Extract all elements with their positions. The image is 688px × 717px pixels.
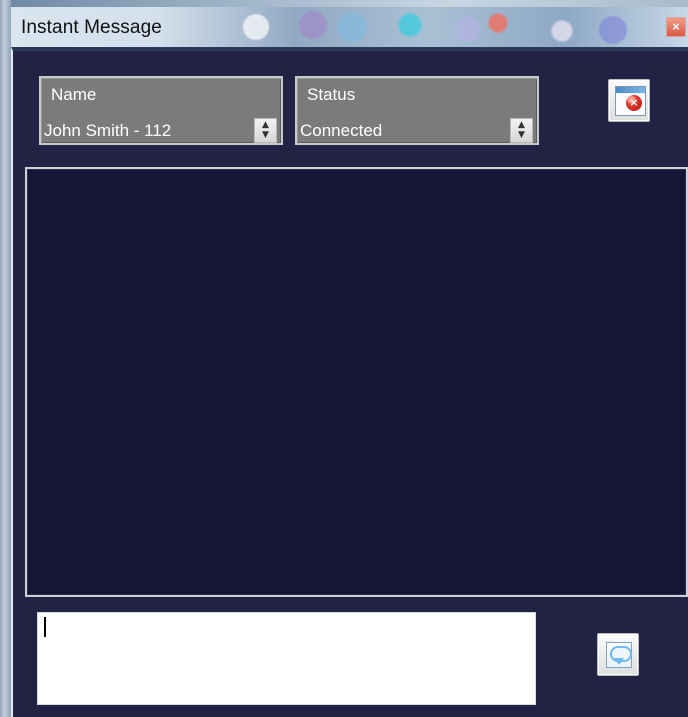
- red-close-badge-icon: ×: [626, 95, 642, 111]
- text-cursor: [44, 617, 46, 637]
- chat-history[interactable]: [25, 167, 688, 597]
- instant-message-window: Instant Message × Name John Smith - 112 …: [0, 0, 688, 717]
- name-field: Name John Smith - 112 ▲ ▼: [39, 76, 283, 145]
- message-content: Name John Smith - 112 ▲ ▼ Status Connect…: [11, 47, 688, 717]
- title-bar: Instant Message ×: [11, 7, 688, 47]
- name-label: Name: [51, 85, 97, 104]
- status-field: Status Connected ▲ ▼: [295, 76, 539, 145]
- status-value: Connected: [300, 121, 383, 140]
- message-input[interactable]: [37, 612, 536, 705]
- send-message-button[interactable]: [597, 633, 639, 676]
- send-message-icon: [606, 642, 632, 668]
- contact-name-value: John Smith - 112: [44, 121, 172, 140]
- status-label: Status: [307, 85, 356, 104]
- chevron-down-icon[interactable]: ▼: [511, 130, 532, 141]
- status-spinner[interactable]: ▲ ▼: [510, 118, 533, 143]
- contact-header: Name John Smith - 112 ▲ ▼ Status Connect…: [24, 51, 688, 163]
- name-spinner[interactable]: ▲ ▼: [254, 118, 277, 143]
- close-icon: ×: [672, 19, 680, 34]
- window-close-button[interactable]: ×: [666, 17, 686, 37]
- window-title: Instant Message: [21, 17, 162, 38]
- chevron-down-icon[interactable]: ▼: [255, 130, 276, 141]
- window-left-frame: [0, 0, 11, 717]
- close-chat-button[interactable]: ×: [608, 79, 650, 122]
